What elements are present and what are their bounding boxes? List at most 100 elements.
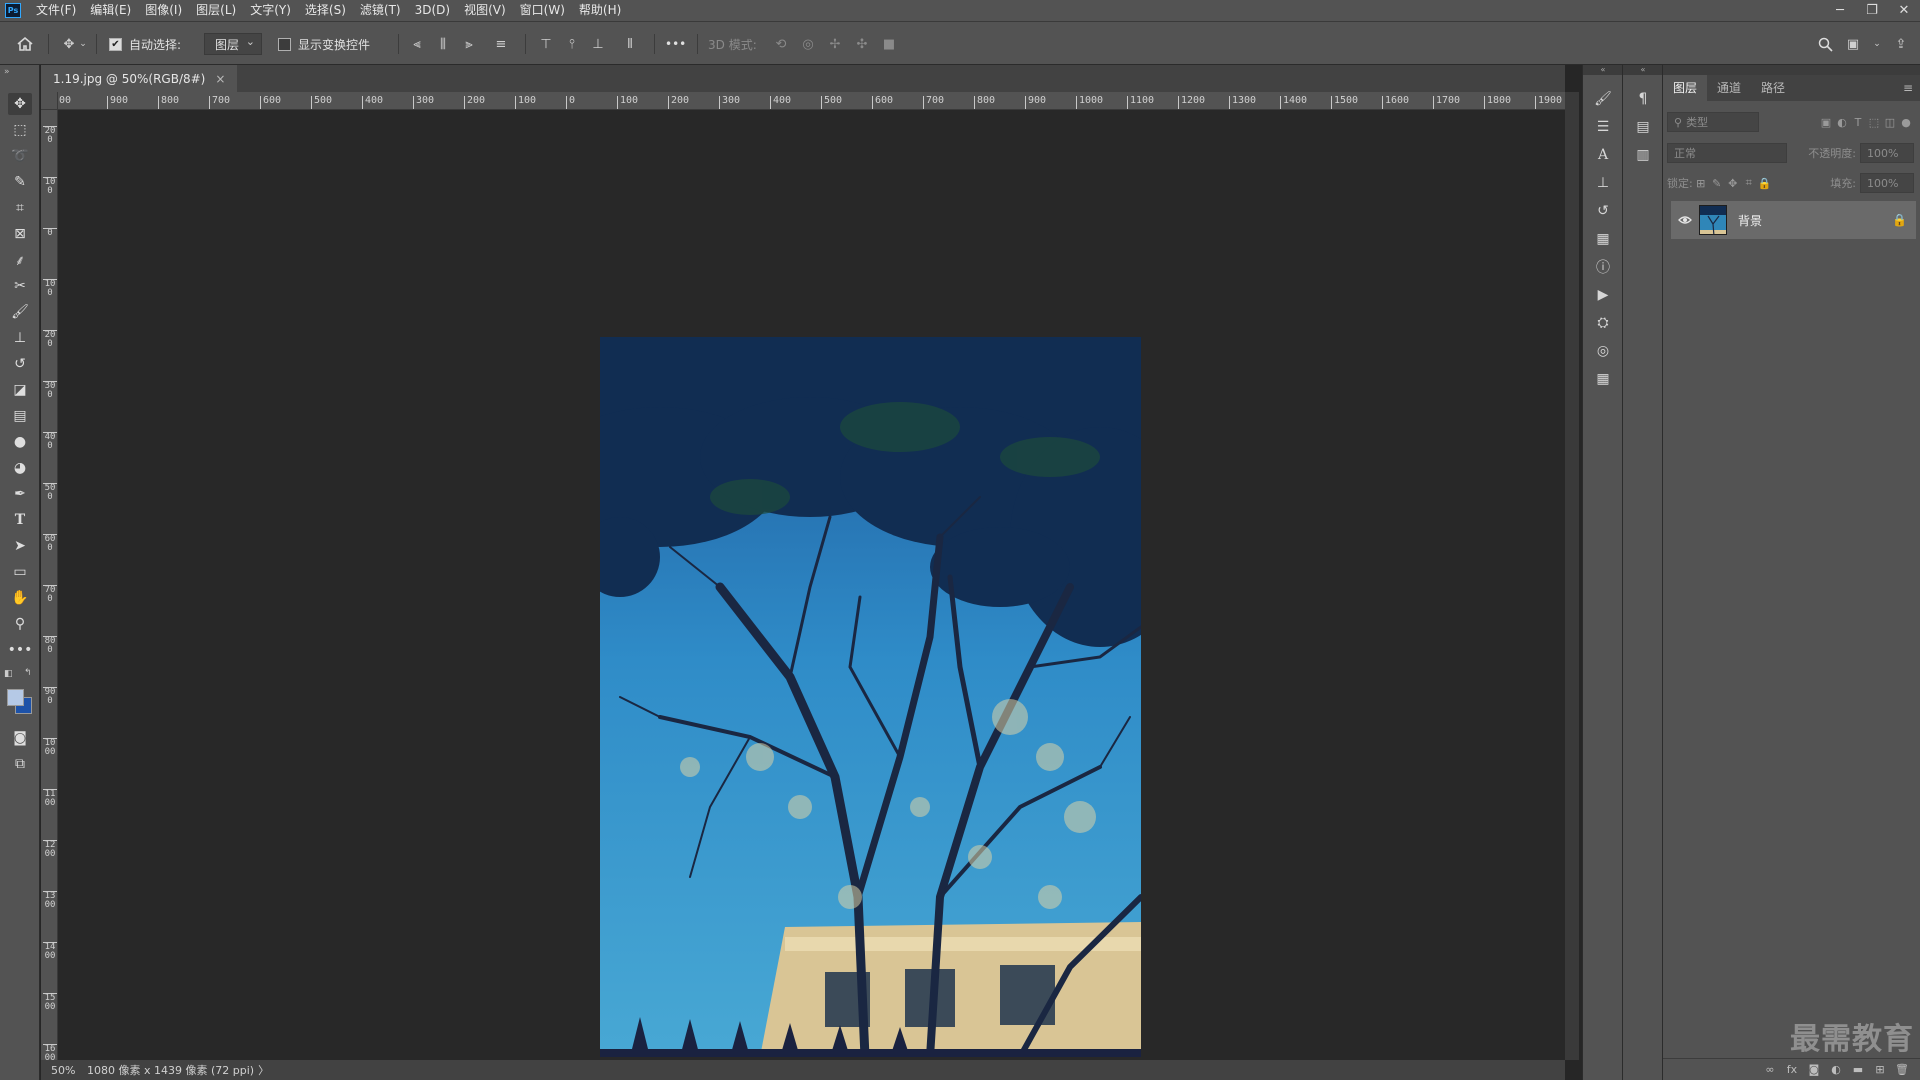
lock-position-icon[interactable]: ✥ [1725,175,1741,191]
document-image[interactable] [600,337,1141,1057]
align-top-icon[interactable]: ⊤ [537,35,555,53]
tab-layers[interactable]: 图层 [1663,75,1708,101]
collapse-toolbar-icon[interactable]: » [4,67,10,77]
restore-button[interactable]: ❐ [1856,0,1888,21]
filter-pixel-icon[interactable]: ▣ [1818,114,1834,130]
menu-type[interactable]: 文字(Y) [243,0,298,21]
pen-tool-icon[interactable]: ✒ [8,483,32,505]
new-layer-icon[interactable]: ⊞ [1869,1063,1891,1076]
auto-select-checkbox[interactable]: ✔ 自动选择: [109,22,181,66]
brush-tool-icon[interactable]: 🖌 [8,301,32,323]
more-tools-icon[interactable]: ••• [8,639,33,661]
link-layers-icon[interactable]: ∞ [1759,1063,1781,1076]
stamp-tool-icon[interactable]: ⊥ [8,327,32,349]
close-tab-icon[interactable]: × [215,72,225,86]
menu-3d[interactable]: 3D(D) [408,0,457,21]
collapse-dock-icon[interactable]: « [1623,65,1663,75]
roll-3d-icon[interactable]: ◎ [799,35,817,53]
align-right-icon[interactable]: ⫸ [460,35,478,53]
ruler-origin[interactable] [41,92,58,110]
menu-image[interactable]: 图像(I) [138,0,189,21]
visibility-eye-icon[interactable] [1671,215,1699,225]
align-center-h-icon[interactable]: ⫼ [434,35,452,53]
canvas-vertical-scrollbar[interactable] [1565,92,1579,1060]
blend-mode-dropdown[interactable]: 正常 [1667,143,1787,163]
filter-shape-icon[interactable]: ⬚ [1866,114,1882,130]
libraries-icon[interactable]: ▦ [1593,229,1613,249]
auto-select-check[interactable]: ✔ [109,37,122,51]
home-button[interactable] [16,22,34,66]
move-tool-icon[interactable]: ✥ [8,93,32,115]
brush-settings-icon[interactable]: 🖌 [1593,89,1613,109]
lock-transparent-icon[interactable]: ⊞ [1693,175,1709,191]
close-window-button[interactable]: ✕ [1888,0,1920,21]
distribute-h-icon[interactable]: ⦀ [621,35,639,53]
menu-help[interactable]: 帮助(H) [572,0,628,21]
show-transform-checkbox[interactable]: 显示变换控件 [278,22,370,66]
opacity-field[interactable]: 100% [1860,143,1914,163]
workspace-icon[interactable]: ▣ [1844,35,1862,53]
filter-toggle-icon[interactable]: ● [1898,114,1914,130]
new-adjustment-layer-icon[interactable]: ◐ [1825,1063,1847,1076]
timeline-icon[interactable]: ▦ [1593,369,1613,389]
eraser-tool-icon[interactable]: ◪ [8,379,32,401]
collapse-dock-icon[interactable]: « [1583,65,1623,75]
add-mask-icon[interactable]: ◙ [1803,1063,1825,1076]
slide-3d-icon[interactable]: ✣ [853,35,871,53]
menu-layer[interactable]: 图层(L) [189,0,243,21]
swap-colors-icon[interactable]: ↰ [24,668,32,678]
move-tool-preset-button[interactable]: ✥ ⌄ [60,22,88,66]
eyedropper-tool-icon[interactable]: ⸙ [8,249,32,271]
menu-filter[interactable]: 滤镜(T) [353,0,408,21]
type-tool-icon[interactable]: T [8,509,32,531]
history-brush-tool-icon[interactable]: ↺ [8,353,32,375]
layer-name[interactable]: 背景 [1738,212,1892,229]
align-bottom-icon[interactable]: ⊥ [589,35,607,53]
blur-tool-icon[interactable]: ● [8,431,32,453]
layer-lock-icon[interactable]: 🔒 [1892,213,1916,227]
status-menu-arrow-icon[interactable]: 〉 [258,1062,269,1078]
quick-select-tool-icon[interactable]: ✎ [8,171,32,193]
search-icon[interactable] [1816,35,1834,53]
layer-filter-dropdown[interactable]: ⚲ 类型 [1667,112,1759,132]
filter-adjustment-icon[interactable]: ◐ [1834,114,1850,130]
crop-tool-icon[interactable]: ⌗ [8,197,32,219]
default-colors-icon[interactable]: ◧ [4,669,13,679]
3d-panel-icon[interactable]: ◎ [1593,341,1613,361]
dodge-tool-icon[interactable]: ◕ [8,457,32,479]
filter-type-icon[interactable]: T [1850,114,1866,130]
zoom-tool-icon[interactable]: ⚲ [8,613,32,635]
adjustments-icon[interactable]: ☰ [1593,117,1613,137]
tool-presets-icon[interactable]: ⛭ [1593,313,1613,333]
frame-tool-icon[interactable]: ⊠ [8,223,32,245]
panel-menu-icon[interactable]: ≡ [1895,75,1920,101]
menu-select[interactable]: 选择(S) [298,0,353,21]
foreground-color-swatch[interactable] [7,689,24,706]
auto-select-target-dropdown[interactable]: 图层 [204,33,263,55]
lasso-tool-icon[interactable]: ➰ [8,145,32,167]
share-icon[interactable]: ⇪ [1892,35,1910,53]
character-icon[interactable]: A [1593,145,1613,165]
menu-view[interactable]: 视图(V) [457,0,513,21]
pan-3d-icon[interactable]: ✢ [826,35,844,53]
more-options-button[interactable]: ••• [665,22,686,66]
document-tab[interactable]: 1.19.jpg @ 50%(RGB/8#) × [41,65,238,92]
properties-icon[interactable]: ▤ [1633,117,1653,137]
camera-3d-icon[interactable]: ■ [880,35,898,53]
tab-paths[interactable]: 路径 [1751,75,1795,101]
show-transform-check[interactable] [278,37,291,51]
layer-style-icon[interactable]: fx [1781,1063,1803,1076]
menu-window[interactable]: 窗口(W) [513,0,572,21]
chevron-down-icon[interactable]: ⌄ [1872,35,1882,53]
lock-all-icon[interactable]: 🔒 [1757,175,1773,191]
delete-layer-icon[interactable]: 🗑 [1891,1063,1913,1076]
lock-image-icon[interactable]: ✎ [1709,175,1725,191]
path-select-tool-icon[interactable]: ➤ [8,535,32,557]
canvas-area[interactable] [58,110,1565,1060]
history-icon[interactable]: ↺ [1593,201,1613,221]
horizontal-ruler[interactable]: 00 900 800 700 600 500 400 300 200 100 0 100 200 300 4… [58,92,1565,110]
actions-play-icon[interactable]: ▶ [1593,285,1613,305]
menu-edit[interactable]: 编辑(E) [83,0,138,21]
align-middle-icon[interactable]: ⫯ [563,35,581,53]
vertical-ruler[interactable]: 200 100 0 100 200 300 400 500 600 700 800 900 1000 11… [41,110,58,1060]
